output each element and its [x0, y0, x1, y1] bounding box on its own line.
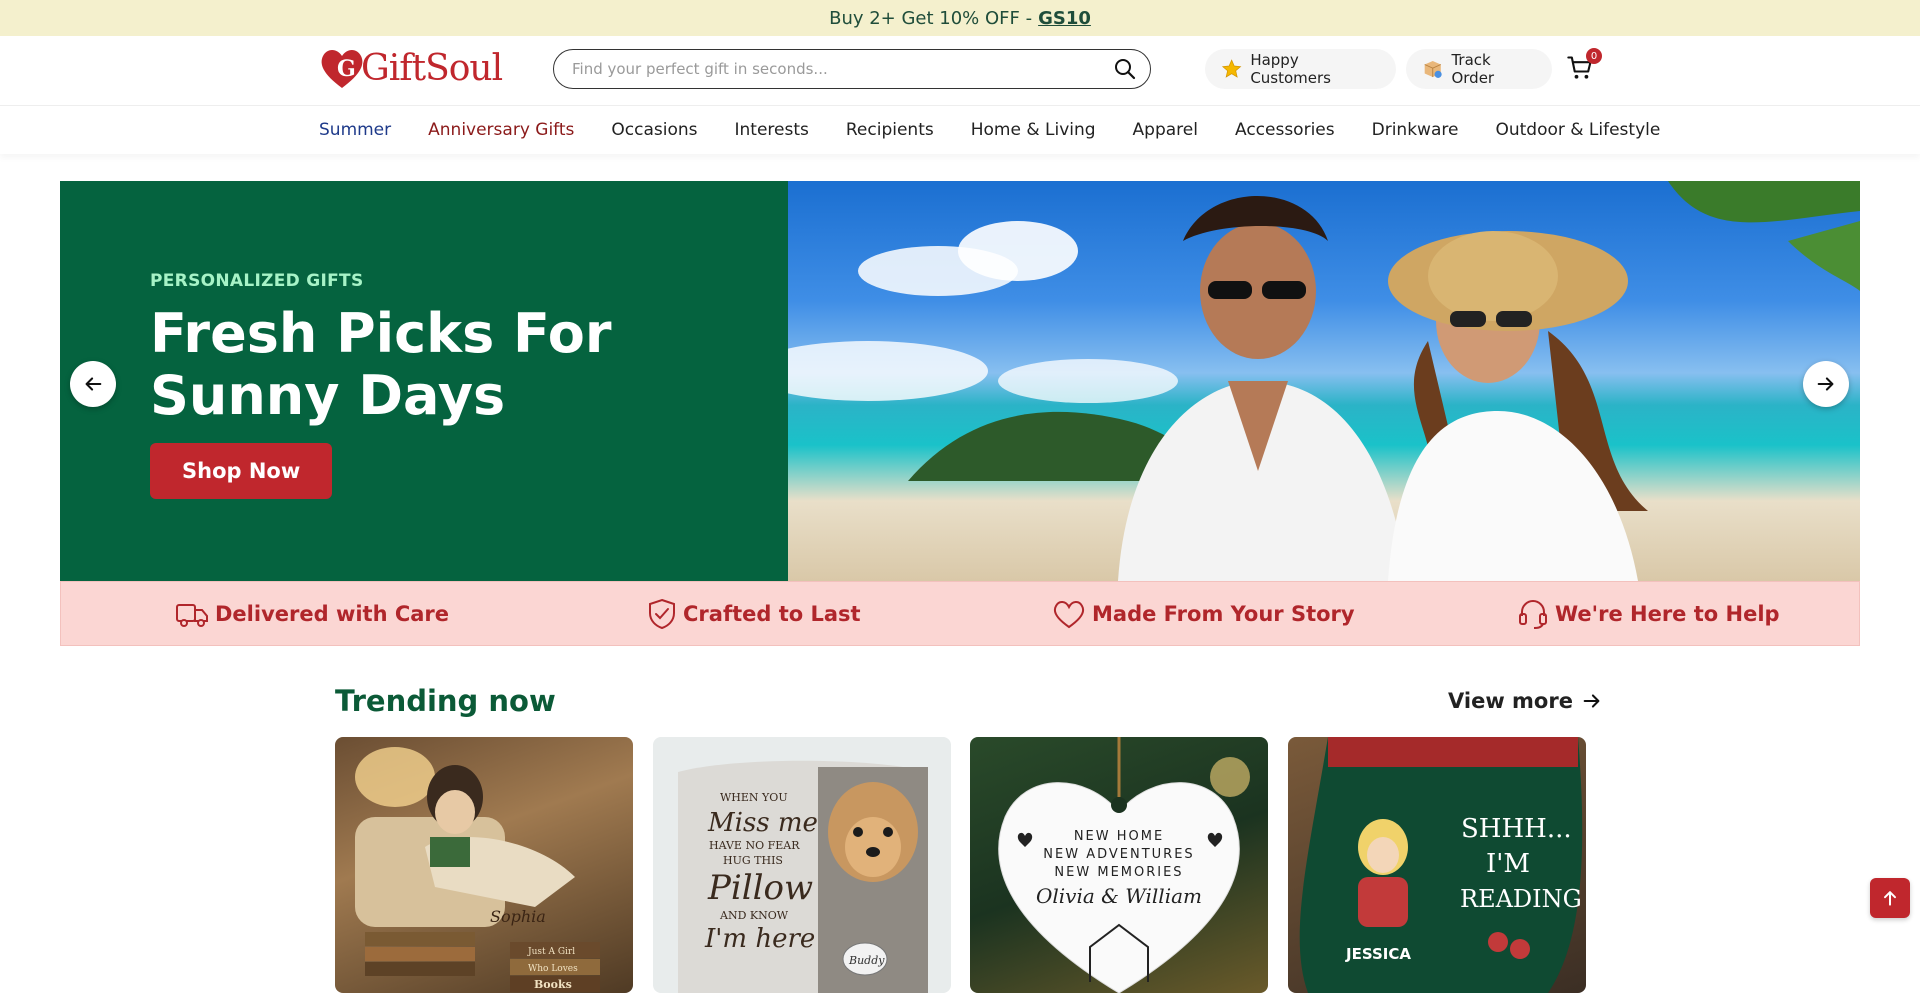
- section-title: Trending now: [335, 684, 556, 718]
- product-image: Buddy WHEN YOU Miss me HAVE NO FEAR HUG …: [678, 760, 928, 993]
- sock-name: JESSICA: [1345, 945, 1411, 963]
- product-card[interactable]: JESSICA SHHH... I'M READING: [1288, 737, 1586, 993]
- nav-item-drinkware[interactable]: Drinkware: [1372, 120, 1459, 140]
- arrow-up-icon: [1884, 891, 1896, 906]
- feature-story: Made From Your Story: [1052, 599, 1355, 629]
- headset-icon: [1519, 599, 1547, 629]
- promo-text: Buy 2+ Get 10% OFF -: [829, 7, 1033, 29]
- feature-help: We're Here to Help: [1517, 598, 1780, 630]
- product-image: Sophia Just A Girl Who Loves Books: [355, 747, 600, 992]
- beach-couple-photo: [788, 181, 1860, 581]
- back-to-top-button[interactable]: [1870, 878, 1910, 918]
- product-image: JESSICA SHHH... I'M READING: [1299, 737, 1583, 993]
- hero-text-panel: PERSONALIZED GIFTS Fresh Picks For Sunny…: [60, 181, 788, 581]
- pillow-text: WHEN YOU: [720, 791, 788, 804]
- site-header: G GiftSoul Happy Customers Track Order: [0, 36, 1920, 106]
- cart-button[interactable]: 0: [1566, 48, 1602, 84]
- feature-crafted: Crafted to Last: [647, 598, 861, 630]
- feature-label: Made From Your Story: [1092, 601, 1355, 626]
- logo-text: GiftSoul: [361, 47, 503, 89]
- pet-name: Buddy: [848, 954, 885, 967]
- nav-item-recipients[interactable]: Recipients: [846, 120, 934, 140]
- feature-label: We're Here to Help: [1555, 601, 1780, 626]
- sock-text: READING: [1460, 885, 1582, 913]
- happy-customers-label: Happy Customers: [1250, 51, 1331, 87]
- nav-items: Summer Anniversary Gifts Occasions Inter…: [319, 120, 1697, 140]
- hero-title: Fresh Picks For Sunny Days: [150, 302, 612, 427]
- pillow-text: Miss me: [707, 808, 818, 838]
- ornament-text: NEW ADVENTURES: [1043, 847, 1194, 862]
- star-icon: [1221, 59, 1242, 78]
- book-spine-text: Who Loves: [528, 964, 578, 974]
- figurine-name: Sophia: [490, 907, 546, 926]
- nav-item-summer[interactable]: Summer: [319, 120, 391, 140]
- pillow-text: HUG THIS: [723, 854, 783, 867]
- product-card[interactable]: Buddy WHEN YOU Miss me HAVE NO FEAR HUG …: [653, 737, 951, 993]
- feature-label: Crafted to Last: [683, 601, 861, 626]
- view-more-link[interactable]: View more: [1448, 689, 1603, 713]
- hero-eyebrow: PERSONALIZED GIFTS: [150, 271, 364, 291]
- svg-text:G: G: [337, 56, 356, 82]
- nav-item-apparel[interactable]: Apparel: [1133, 120, 1198, 140]
- heart-icon: [1053, 600, 1085, 628]
- nav-item-accessories[interactable]: Accessories: [1235, 120, 1335, 140]
- feature-delivered: Delivered with Care: [175, 599, 449, 629]
- truck-icon: [176, 603, 208, 627]
- nav-item-occasions[interactable]: Occasions: [611, 120, 697, 140]
- sock-text: SHHH...: [1461, 814, 1572, 844]
- nav-item-interests[interactable]: Interests: [735, 120, 809, 140]
- main-nav: Summer Anniversary Gifts Occasions Inter…: [0, 106, 1920, 154]
- logo[interactable]: G GiftSoul: [319, 46, 503, 90]
- product-card[interactable]: NEW HOME NEW ADVENTURES NEW MEMORIES Oli…: [970, 737, 1268, 993]
- pillow-text: I'm here: [704, 924, 815, 954]
- nav-item-home-living[interactable]: Home & Living: [971, 120, 1096, 140]
- ornament-text: NEW MEMORIES: [1054, 865, 1183, 880]
- search-bar[interactable]: [553, 49, 1151, 89]
- promo-bar: Buy 2+ Get 10% OFF - GS10: [0, 0, 1920, 36]
- package-icon: [1424, 60, 1442, 78]
- book-spine-text: Just A Girl: [527, 947, 575, 957]
- track-order-label: Track Order: [1451, 51, 1495, 87]
- view-more-label: View more: [1448, 689, 1573, 713]
- search-icon[interactable]: [1114, 58, 1136, 80]
- hero-banner: PERSONALIZED GIFTS Fresh Picks For Sunny…: [60, 181, 1860, 581]
- ornament-names: Olivia & William: [1036, 884, 1202, 908]
- track-order-button[interactable]: Track Order: [1406, 49, 1552, 89]
- promo-code[interactable]: GS10: [1038, 8, 1091, 29]
- pillow-text: HAVE NO FEAR: [709, 839, 800, 852]
- arrow-left-icon: [85, 377, 102, 391]
- nav-item-outdoor-lifestyle[interactable]: Outdoor & Lifestyle: [1495, 120, 1660, 140]
- book-spine-text: Books: [534, 978, 572, 991]
- hero-prev-button[interactable]: [70, 361, 116, 407]
- shop-now-button[interactable]: Shop Now: [150, 443, 333, 499]
- sock-text: I'M: [1486, 849, 1530, 879]
- arrow-right-icon: [1817, 377, 1834, 391]
- pillow-text: AND KNOW: [719, 909, 789, 922]
- ornament-text: NEW HOME: [1074, 829, 1164, 844]
- pillow-text: Pillow: [707, 868, 813, 908]
- hero-image: [788, 181, 1860, 581]
- cart-count-badge: 0: [1586, 48, 1602, 64]
- feature-label: Delivered with Care: [215, 601, 450, 626]
- happy-customers-button[interactable]: Happy Customers: [1205, 49, 1396, 89]
- arrow-right-icon: [1583, 694, 1600, 708]
- shield-check-icon: [649, 598, 675, 629]
- features-strip: Delivered with Care Crafted to Last Made…: [60, 581, 1860, 646]
- search-input[interactable]: [572, 60, 1114, 78]
- hero-next-button[interactable]: [1803, 361, 1849, 407]
- nav-item-anniversary-gifts[interactable]: Anniversary Gifts: [428, 120, 574, 140]
- heart-logo-icon: G: [321, 50, 363, 88]
- product-image: NEW HOME NEW ADVENTURES NEW MEMORIES Oli…: [998, 737, 1250, 993]
- product-card[interactable]: Sophia Just A Girl Who Loves Books: [335, 737, 633, 993]
